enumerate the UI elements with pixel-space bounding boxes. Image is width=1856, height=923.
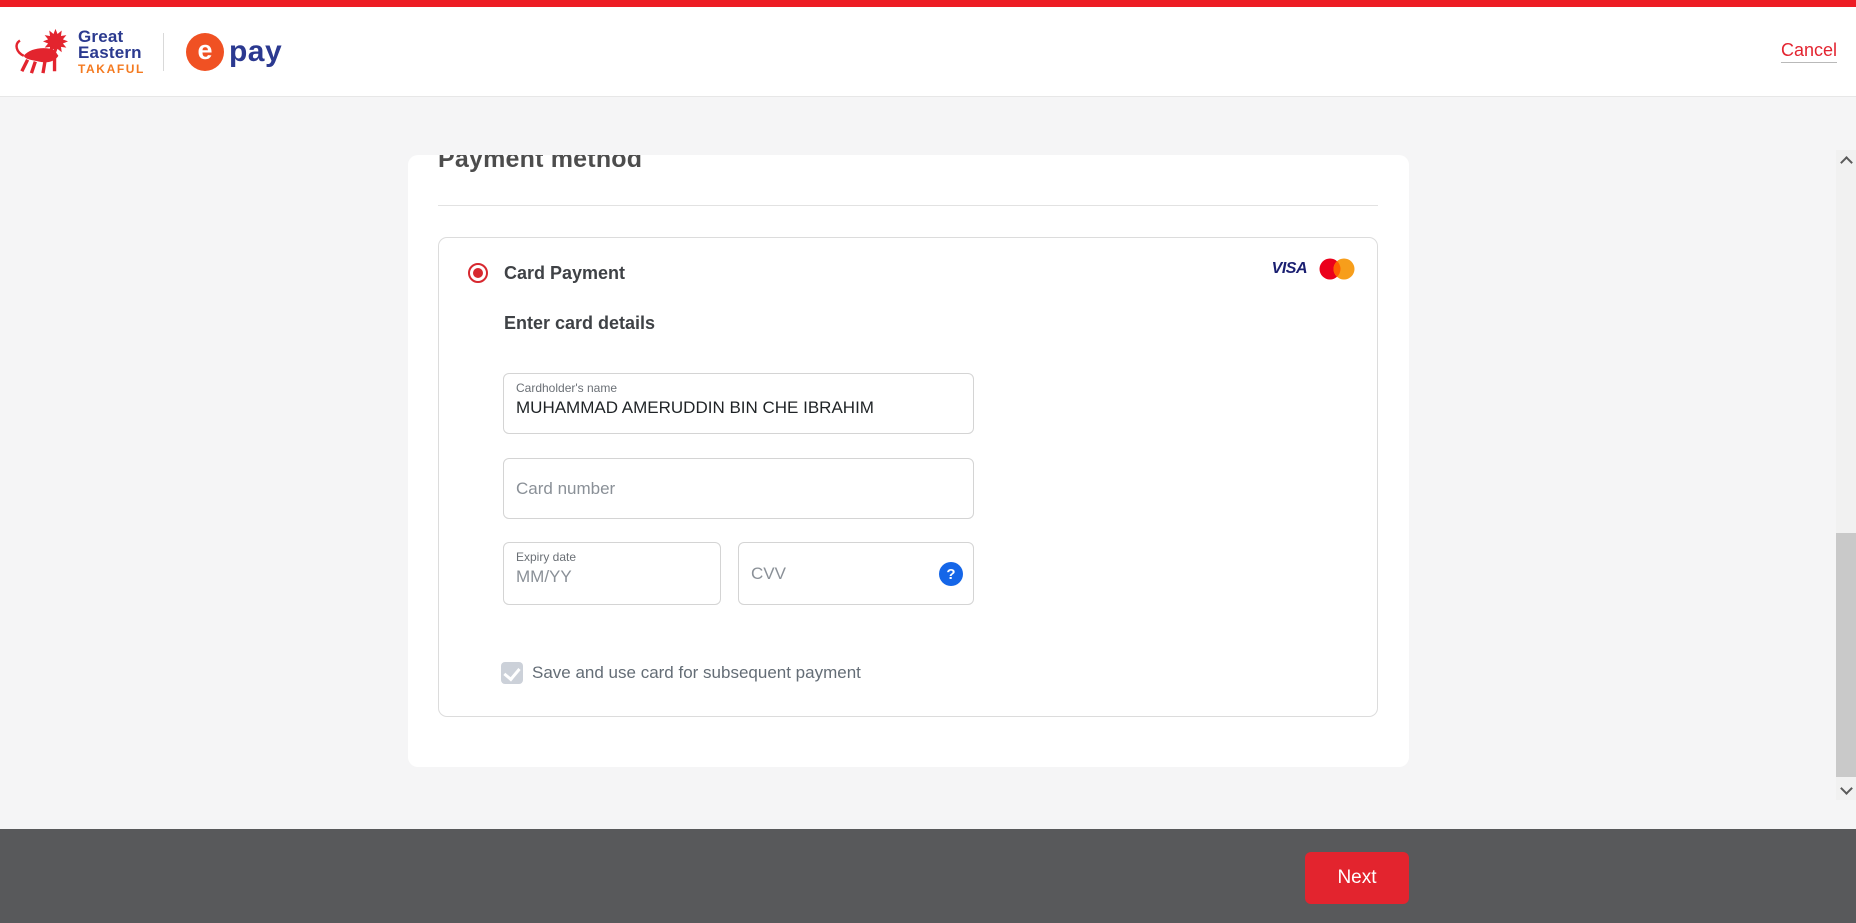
scrollbar-thumb[interactable] (1836, 533, 1856, 777)
card-payment-radio[interactable] (468, 263, 488, 283)
next-button[interactable]: Next (1305, 852, 1409, 904)
cardholder-name-field: Cardholder's name (503, 373, 974, 434)
cvv-field: ? (738, 542, 974, 605)
scroll-up-icon[interactable] (1836, 150, 1856, 170)
save-card-label: Save and use card for subsequent payment (532, 663, 861, 682)
save-card-checkbox[interactable] (501, 662, 523, 684)
visa-icon: VISA (1271, 260, 1308, 277)
expiry-date-label: Expiry date (516, 550, 577, 564)
card-payment-panel: Card Payment VISA Enter card details Car… (438, 237, 1378, 717)
cvv-help-icon[interactable]: ? (939, 562, 963, 586)
enter-card-details-heading: Enter card details (504, 313, 656, 333)
save-card-row: Save and use card for subsequent payment (501, 662, 861, 684)
card-payment-label: Card Payment (504, 263, 626, 283)
footer-bar: Next (0, 829, 1856, 923)
accepted-card-logos: VISA (1272, 258, 1355, 280)
scroll-down-icon[interactable] (1836, 780, 1856, 800)
great-eastern-logo: Great Eastern TAKAFUL (12, 27, 145, 77)
brand-line-2: Eastern (78, 42, 142, 62)
scrollbar (1836, 150, 1856, 800)
card-number-input[interactable] (516, 478, 961, 499)
page-title: Payment method (438, 155, 643, 173)
brand-line-3: TAKAFUL (78, 61, 145, 76)
epay-logo: e pay (185, 32, 283, 71)
card-number-field (503, 458, 974, 519)
payment-page: Great Eastern TAKAFUL e pay Cancel Payme… (0, 0, 1856, 923)
expiry-date-field: Expiry date (503, 542, 721, 605)
lion-icon (15, 28, 68, 74)
top-accent-bar (0, 0, 1856, 7)
mastercard-icon (1319, 258, 1355, 280)
payment-card: Payment method Card Payment VISA Enter c… (408, 155, 1409, 767)
expiry-date-input[interactable] (516, 567, 708, 587)
header-divider (162, 32, 164, 71)
epay-e-icon: e (185, 32, 224, 71)
cardholder-name-input[interactable] (516, 398, 961, 418)
cancel-link[interactable]: Cancel (1781, 40, 1837, 61)
brand-wordmark: Great Eastern TAKAFUL (78, 28, 145, 76)
epay-pay-text: pay (228, 34, 283, 68)
header: Great Eastern TAKAFUL e pay Cancel (0, 7, 1856, 97)
cvv-input[interactable] (751, 563, 961, 584)
title-divider (438, 205, 1378, 206)
cardholder-name-label: Cardholder's name (516, 381, 618, 395)
